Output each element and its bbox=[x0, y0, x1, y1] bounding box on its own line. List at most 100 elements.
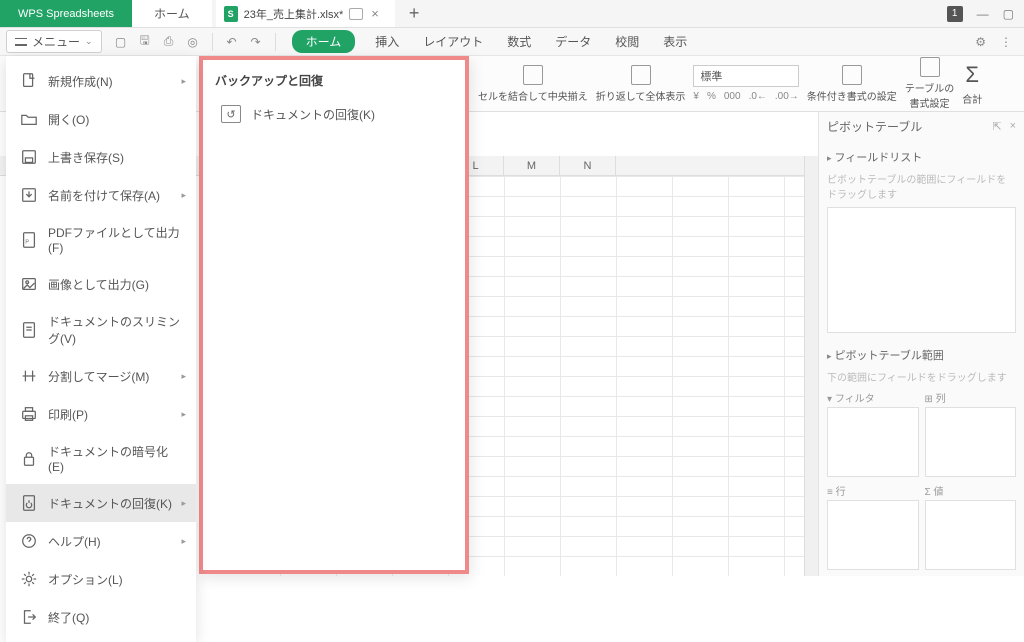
column-header[interactable]: N bbox=[560, 156, 616, 175]
vertical-scrollbar[interactable] bbox=[804, 156, 818, 576]
file-menu-label: PDFファイルとして出力(F) bbox=[48, 224, 182, 255]
tab-layout[interactable]: レイアウト bbox=[419, 30, 487, 53]
menu-label: メニュー bbox=[32, 33, 80, 50]
tab-home[interactable]: ホーム bbox=[292, 30, 356, 53]
chat-icon[interactable] bbox=[349, 8, 363, 20]
wrap-icon bbox=[631, 65, 651, 85]
close-tab-icon[interactable]: × bbox=[369, 6, 381, 21]
currency-icon[interactable]: ¥ bbox=[693, 91, 699, 102]
toolbar: メニュー ⌄ ▢ 🖫 ⎙ ◎ ↶ ↷ ホーム 挿入 レイアウト 数式 データ 校… bbox=[0, 28, 1024, 56]
file-menu-export-image[interactable]: 画像として出力(G) bbox=[6, 265, 196, 303]
file-menu-label: オプション(L) bbox=[48, 571, 123, 588]
document-recovery-item[interactable]: ドキュメントの回復(K) bbox=[203, 97, 465, 131]
file-menu-print[interactable]: 印刷(P)▸ bbox=[6, 395, 196, 433]
col-label: ⊞ 列 bbox=[925, 390, 1017, 405]
number-format-buttons: ¥ % 000 .0← .00→ bbox=[693, 91, 798, 102]
file-menu-label: 上書き保存(S) bbox=[48, 149, 124, 166]
window-controls: 1 — ▢ bbox=[937, 0, 1024, 27]
file-menu-save-as[interactable]: 名前を付けて保存(A)▸ bbox=[6, 176, 196, 214]
tab-review[interactable]: 校閲 bbox=[611, 30, 643, 53]
backup-recovery-submenu: バックアップと回復 ドキュメントの回復(K) bbox=[199, 56, 469, 574]
percent-icon[interactable]: % bbox=[707, 91, 716, 102]
file-menu-label: 画像として出力(G) bbox=[48, 276, 149, 293]
comma-icon[interactable]: 000 bbox=[724, 91, 741, 102]
new-tab-button[interactable]: + bbox=[395, 0, 434, 27]
file-menu-label: 終了(Q) bbox=[48, 609, 89, 626]
decimal-dec-icon[interactable]: .00→ bbox=[775, 91, 799, 102]
chevron-down-icon: ⌄ bbox=[85, 36, 93, 47]
file-menu-export-pdf[interactable]: PPDFファイルとして出力(F) bbox=[6, 214, 196, 265]
val-label: Σ 値 bbox=[925, 483, 1017, 498]
filter-drop[interactable] bbox=[827, 407, 919, 477]
file-menu-label: ヘルプ(H) bbox=[48, 533, 101, 550]
pivot-title: ピボットテーブル bbox=[827, 118, 922, 135]
tab-data[interactable]: データ bbox=[551, 30, 595, 53]
autosum-button[interactable]: Σ 合計 bbox=[962, 62, 982, 106]
more-icon[interactable]: ⋮ bbox=[1000, 35, 1012, 49]
redo-icon[interactable]: ↷ bbox=[249, 35, 263, 49]
print-icon[interactable]: ⎙ bbox=[162, 35, 176, 49]
file-menu-exit[interactable]: 終了(Q) bbox=[6, 598, 196, 636]
col-drop[interactable] bbox=[925, 407, 1017, 477]
file-menu-label: ドキュメントのスリミング(V) bbox=[48, 313, 182, 347]
file-menu-new[interactable]: 新規作成(N)▸ bbox=[6, 62, 196, 100]
range-placeholder: 下の範囲にフィールドをドラッグします bbox=[827, 369, 1016, 384]
file-menu-help[interactable]: ヘルプ(H) ▸ bbox=[6, 522, 196, 560]
close-pane-icon[interactable]: × bbox=[1010, 120, 1016, 133]
val-drop[interactable] bbox=[925, 500, 1017, 570]
submenu-arrow-icon: ▸ bbox=[181, 498, 186, 509]
submenu-item-label: ドキュメントの回復(K) bbox=[251, 106, 375, 123]
table-format-button[interactable]: テーブルの 書式設定 bbox=[905, 57, 954, 110]
range-title: ピボットテーブル範囲 bbox=[827, 347, 1016, 363]
detach-icon[interactable]: ⇱ bbox=[992, 120, 1001, 133]
row-drop[interactable] bbox=[827, 500, 919, 570]
new-icon[interactable]: ▢ bbox=[114, 35, 128, 49]
menu-button[interactable]: メニュー ⌄ bbox=[6, 30, 102, 53]
cond-format-icon bbox=[842, 65, 862, 85]
tab-formula[interactable]: 数式 bbox=[503, 30, 535, 53]
pivot-table-pane: ピボットテーブル ⇱ × フィールドリスト ピボットテーブルの範囲にフィールドを… bbox=[818, 112, 1024, 576]
counter-badge[interactable]: 1 bbox=[947, 6, 963, 22]
wrap-text-button[interactable]: 折り返して全体表示 bbox=[596, 65, 686, 103]
settings-icon[interactable]: ⚙ bbox=[975, 35, 986, 49]
number-format-select[interactable]: 標準 bbox=[693, 65, 798, 87]
file-menu-label: 印刷(P) bbox=[48, 406, 88, 423]
row-label: ≡ 行 bbox=[827, 483, 919, 498]
undo-redo-group: ↶ ↷ bbox=[219, 35, 269, 49]
quick-access-toolbar: ▢ 🖫 ⎙ ◎ bbox=[108, 35, 206, 49]
sigma-icon: Σ bbox=[965, 62, 979, 88]
preview-icon[interactable]: ◎ bbox=[186, 35, 200, 49]
submenu-arrow-icon: ▸ bbox=[181, 371, 186, 382]
table-format-icon bbox=[920, 57, 940, 77]
file-menu-label: 分割してマージ(M) bbox=[48, 368, 149, 385]
file-menu-recover-document[interactable]: ドキュメントの回復(K) ▸ bbox=[6, 484, 196, 522]
tab-insert[interactable]: 挿入 bbox=[371, 30, 403, 53]
file-menu-encrypt[interactable]: ドキュメントの暗号化(E) bbox=[6, 433, 196, 484]
maximize-icon[interactable]: ▢ bbox=[1003, 7, 1014, 21]
tab-workspace-home[interactable]: ホーム bbox=[132, 0, 212, 27]
field-list-placeholder: ピボットテーブルの範囲にフィールドをドラッグします bbox=[827, 171, 1016, 201]
ribbon-tabs: ホーム 挿入 レイアウト 数式 データ 校閲 表示 bbox=[292, 30, 692, 53]
field-list-title: フィールドリスト bbox=[827, 149, 1016, 165]
merge-center-button[interactable]: セルを結合して中央揃え bbox=[478, 65, 588, 103]
tab-document[interactable]: 23年_売上集計.xlsx* × bbox=[216, 0, 395, 27]
decimal-inc-icon[interactable]: .0← bbox=[749, 91, 767, 102]
file-menu-label: ドキュメントの回復(K) bbox=[48, 495, 172, 512]
file-menu-label: 名前を付けて保存(A) bbox=[48, 187, 160, 204]
minimize-icon[interactable]: — bbox=[977, 7, 989, 21]
submenu-arrow-icon: ▸ bbox=[181, 76, 186, 87]
column-header[interactable]: M bbox=[504, 156, 560, 175]
undo-icon[interactable]: ↶ bbox=[225, 35, 239, 49]
file-menu-slim-document[interactable]: ドキュメントのスリミング(V) bbox=[6, 303, 196, 357]
tab-view[interactable]: 表示 bbox=[659, 30, 691, 53]
submenu-arrow-icon: ▸ bbox=[181, 536, 186, 547]
field-list-box[interactable] bbox=[827, 207, 1016, 333]
file-menu-open[interactable]: 開く(O) bbox=[6, 100, 196, 138]
file-menu-save[interactable]: 上書き保存(S) bbox=[6, 138, 196, 176]
file-menu-split-merge[interactable]: 分割してマージ(M) ▸ bbox=[6, 357, 196, 395]
document-name: 23年_売上集計.xlsx* bbox=[244, 6, 344, 22]
file-menu-options[interactable]: オプション(L) bbox=[6, 560, 196, 598]
recovery-icon bbox=[221, 105, 241, 123]
conditional-format-button[interactable]: 条件付き書式の設定 bbox=[807, 65, 897, 103]
save-icon[interactable]: 🖫 bbox=[138, 35, 152, 49]
